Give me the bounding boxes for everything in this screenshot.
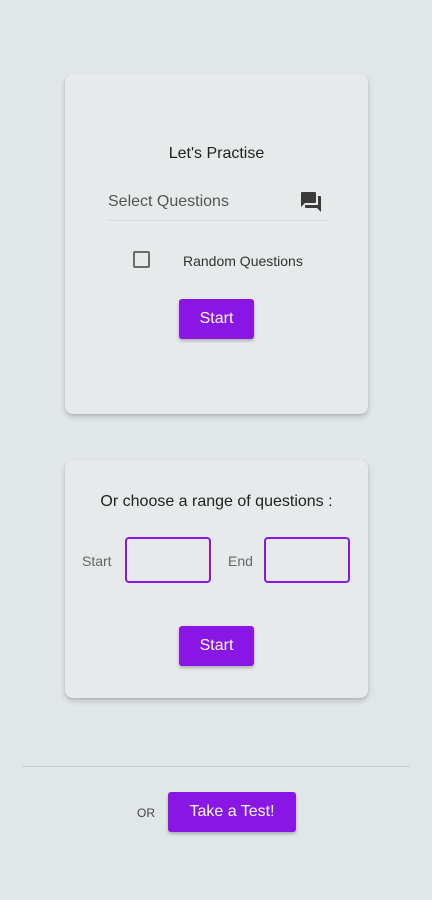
practise-card: Let's Practise Select Questions Random Q… <box>65 74 368 414</box>
random-questions-label: Random Questions <box>183 253 303 269</box>
random-questions-checkbox[interactable] <box>133 251 150 268</box>
divider <box>22 766 410 767</box>
range-card: Or choose a range of questions : Start E… <box>65 460 368 698</box>
range-start-input[interactable] <box>125 537 211 583</box>
select-questions-field[interactable]: Select Questions <box>108 184 328 221</box>
practise-start-button[interactable]: Start <box>179 299 254 339</box>
take-test-button[interactable]: Take a Test! <box>168 792 296 832</box>
range-end-input[interactable] <box>264 537 350 583</box>
range-start-label: Start <box>82 553 112 569</box>
range-start-button[interactable]: Start <box>179 626 254 666</box>
practise-title: Let's Practise <box>168 145 265 162</box>
range-title: Or choose a range of questions : <box>100 493 333 510</box>
select-questions-label: Select Questions <box>108 193 229 210</box>
range-end-label: End <box>228 553 253 569</box>
or-label: OR <box>137 806 155 820</box>
chat-bubbles-icon[interactable] <box>299 190 323 214</box>
